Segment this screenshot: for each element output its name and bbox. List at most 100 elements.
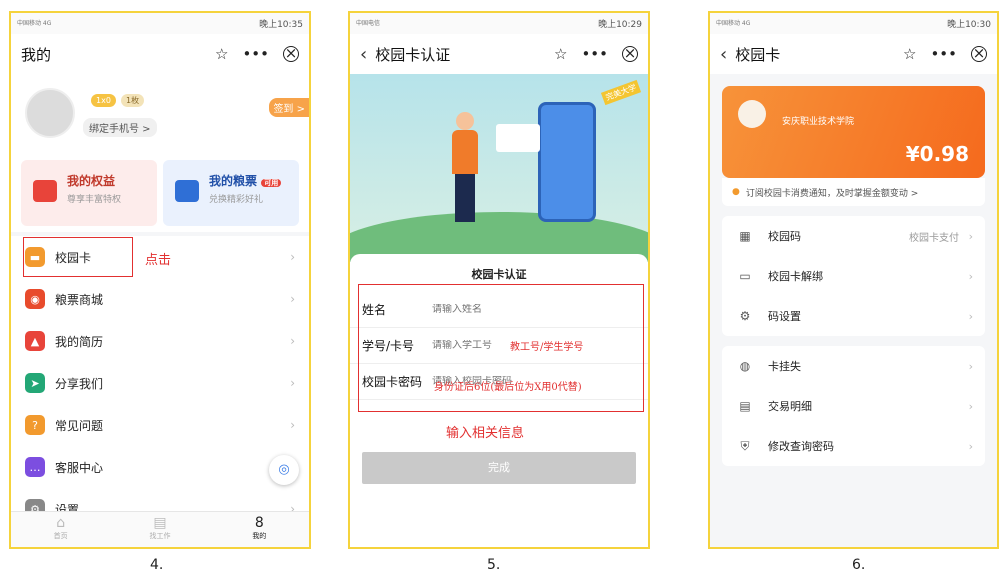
nav-bar: 我的 ☆ ••• × (11, 34, 309, 74)
star-icon[interactable]: ☆ (215, 45, 228, 63)
annotation-click: 点击 (145, 253, 172, 268)
share-icon: ➤ (25, 373, 45, 393)
highlight-box (23, 237, 133, 277)
qr-icon: ▦ (739, 229, 751, 243)
question-icon: ? (25, 415, 45, 435)
mall-icon: ◉ (25, 289, 45, 309)
service-icon: … (25, 457, 45, 477)
tab-mine[interactable]: 8 我的 (210, 512, 309, 547)
annotation-input: 输入相关信息 (446, 426, 525, 441)
card-menu-item[interactable]: ⛨ 修改查询密码 › (722, 426, 985, 466)
chevron-right-icon: › (968, 309, 973, 323)
phone-screen-card-auth: 中国电信 晚上10:29 ‹ 校园卡认证 ☆ ••• × 完美大学 校园卡认证 … (348, 11, 650, 549)
star-icon[interactable]: ☆ (903, 45, 916, 63)
page-title: 校园卡 (735, 45, 781, 64)
coupon-tag: 可用 (261, 179, 282, 187)
notice-text: 订阅校园卡消费通知，及时掌握金额变动 > (745, 188, 919, 199)
menu-item-label: 粮票商城 (55, 292, 104, 307)
card-menu-value: 校园卡支付 (909, 232, 959, 244)
my-coupon-card[interactable]: 我的粮票 可用 兑换精彩好礼 (163, 160, 299, 226)
campus-card-panel[interactable]: 安庆职业技术学院 ¥0.98 (722, 86, 985, 178)
phone-screen-campus-card: 中国移动 4G 晚上10:30 ‹ 校园卡 ☆ ••• × 安庆职业技术学院 ¥… (708, 11, 999, 549)
shield-icon: ⛨ (740, 438, 750, 453)
chevron-right-icon: › (968, 269, 973, 283)
avatar[interactable] (25, 88, 75, 138)
menu-item[interactable]: …客服中心› (11, 446, 309, 488)
card-balance: ¥0.98 (905, 142, 969, 166)
page-title: 我的 (21, 45, 52, 64)
step-label: 5. (487, 557, 501, 573)
status-time: 晚上10:30 (947, 20, 991, 30)
university-ribbon: 完美大学 (600, 79, 642, 106)
nav-bar: ‹ 校园卡认证 ☆ ••• × (350, 34, 648, 74)
chevron-right-icon: › (290, 292, 295, 306)
card-menu-label: 码设置 (768, 310, 801, 323)
tab-bar: ⌂ 首页 ▤ 找工作 8 我的 (11, 511, 309, 547)
bind-phone-link[interactable]: 绑定手机号 > (83, 118, 157, 137)
card-menu-item[interactable]: ▭ 校园卡解绑 › (722, 256, 985, 296)
status-bar: 中国电信 晚上10:29 (350, 13, 648, 34)
hero-illustration: 完美大学 (350, 74, 648, 262)
my-rights-card[interactable]: 我的权益 尊享丰富特权 (21, 160, 157, 226)
subscribe-notice[interactable]: ● 订阅校园卡消费通知，及时掌握金额变动 > (722, 178, 985, 206)
receipt-icon: ▤ (739, 399, 751, 413)
level-badge: 1x0 (91, 94, 116, 107)
card-menu-label: 校园卡解绑 (768, 270, 823, 283)
user-icon: 8 (254, 515, 264, 531)
menu-item[interactable]: ▲ 我的简历 › (11, 320, 309, 362)
close-icon[interactable]: × (283, 46, 299, 62)
profile-header: 1x0 1枚 绑定手机号 > 签到 > (11, 74, 309, 154)
home-icon: ⌂ (56, 515, 66, 531)
person-illustration (452, 112, 478, 222)
menu-list: ▬校园卡›◉粮票商城›▲我的简历›➤分享我们›?常见问题›…客服中心›⚙设置› (11, 236, 309, 530)
tab-jobs[interactable]: ▤ 找工作 (110, 512, 209, 547)
lock-icon: ◍ (739, 359, 751, 373)
menu-item[interactable]: ➤ 分享我们 › (11, 362, 309, 404)
card-menu-item[interactable]: ◍ 卡挂失 › (722, 346, 985, 386)
sign-in-button[interactable]: 签到 > (269, 98, 309, 117)
rights-sub: 尊享丰富特权 (67, 195, 122, 205)
tab-home[interactable]: ⌂ 首页 (11, 512, 110, 547)
chevron-right-icon: › (290, 376, 295, 390)
back-icon[interactable]: ‹ (720, 44, 727, 65)
back-icon[interactable]: ‹ (360, 44, 367, 65)
card-menu-item[interactable]: ▤ 交易明细 › (722, 386, 985, 426)
chevron-right-icon: › (968, 229, 973, 243)
star-icon[interactable]: ☆ (554, 45, 567, 63)
status-time: 晚上10:35 (259, 20, 303, 30)
bell-icon: ● (732, 187, 740, 197)
chevron-right-icon: › (968, 439, 973, 453)
more-icon[interactable]: ••• (581, 45, 608, 63)
menu-item-label: 常见问题 (55, 418, 104, 433)
more-icon[interactable]: ••• (242, 45, 269, 63)
carrier-text: 中国电信 (356, 20, 381, 27)
rights-title: 我的权益 (67, 174, 116, 188)
carrier-text: 中国移动 4G (716, 20, 751, 27)
menu-item-label: 分享我们 (55, 376, 104, 391)
school-logo (738, 100, 766, 128)
auth-form: 校园卡认证 姓名学号/卡号校园卡密码 教工号/学生学号 身份证后6位(最后位为X… (350, 254, 648, 547)
chevron-right-icon: › (290, 334, 295, 348)
card-menu-label: 卡挂失 (768, 360, 801, 373)
form-title: 校园卡认证 (471, 268, 527, 281)
annotation-password: 身份证后6位(最后位为X用0代替) (434, 382, 582, 393)
phone-screen-mine: 中国移动 4G 晚上10:35 我的 ☆ ••• × 1x0 1枚 绑定手机号 … (9, 11, 311, 549)
menu-item[interactable]: ? 常见问题 › (11, 404, 309, 446)
menu-item[interactable]: ◉ 粮票商城 › (11, 278, 309, 320)
card-menu-item[interactable]: ⚙ 码设置 › (722, 296, 985, 336)
carrier-text: 中国移动 4G (17, 20, 52, 27)
close-icon[interactable]: × (622, 46, 638, 62)
chevron-right-icon: › (290, 250, 295, 264)
status-bar: 中国移动 4G 晚上10:30 (710, 13, 997, 34)
tablet-illustration (538, 102, 596, 222)
nav-bar: ‹ 校园卡 ☆ ••• × (710, 34, 997, 74)
close-icon[interactable]: × (971, 46, 987, 62)
headset-icon[interactable]: ◎ (269, 455, 299, 485)
gear-icon: ⚙ (739, 309, 751, 323)
submit-button[interactable]: 完成 (362, 452, 636, 484)
school-name: 安庆职业技术学院 (782, 117, 855, 127)
page-title: 校园卡认证 (375, 45, 451, 64)
more-icon[interactable]: ••• (930, 45, 957, 63)
benefit-cards: 我的权益 尊享丰富特权 我的粮票 可用 兑换精彩好礼 (11, 154, 309, 232)
card-menu-item[interactable]: ▦ 校园码 校园卡支付 › (722, 216, 985, 256)
